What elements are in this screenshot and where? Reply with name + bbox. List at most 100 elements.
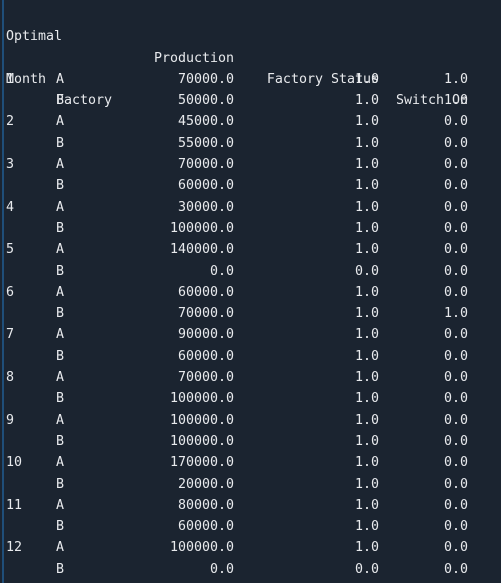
cell-factory-status: 1.0 xyxy=(354,284,379,300)
cell-month: 10 xyxy=(6,455,23,471)
cell-factory-status: 1.0 xyxy=(354,391,379,407)
cell-month: 8 xyxy=(6,370,15,386)
cell-factory-status: 1.0 xyxy=(354,242,379,258)
cell-factory-status: 1.0 xyxy=(354,497,379,513)
cell-factory: B xyxy=(56,519,65,535)
table-row: B 0.0 0.0 0.0 xyxy=(0,559,501,580)
table-row: B 60000.0 1.0 0.0 xyxy=(0,175,501,196)
cell-switch-on: 0.0 xyxy=(443,178,468,194)
cell-factory-status: 1.0 xyxy=(354,327,379,343)
cell-production: 80000.0 xyxy=(177,497,234,513)
cell-production: 50000.0 xyxy=(177,93,234,109)
cell-production: 70000.0 xyxy=(177,71,234,87)
cell-factory: B xyxy=(56,476,65,492)
cell-factory-status: 1.0 xyxy=(354,135,379,151)
table-row: 4 A 30000.0 1.0 0.0 xyxy=(0,197,501,218)
table-column-header-row: Production Factory Status Switch On xyxy=(0,26,501,109)
cell-factory: B xyxy=(56,220,65,236)
solver-status-line: Optimal xyxy=(0,5,501,44)
cell-factory-status: 1.0 xyxy=(354,476,379,492)
cell-factory-status: 1.0 xyxy=(354,519,379,535)
table-index-header-row: Month Factory xyxy=(0,48,501,108)
cell-switch-on: 0.0 xyxy=(443,433,468,449)
cell-switch-on: 1.0 xyxy=(443,93,468,109)
cell-factory: A xyxy=(56,157,65,173)
cell-month: 7 xyxy=(6,327,15,343)
cell-production: 100000.0 xyxy=(169,433,234,449)
cell-switch-on: 0.0 xyxy=(443,327,468,343)
terminal-output-pane[interactable]: Optimal Production Factory Status Switch… xyxy=(0,0,501,583)
table-row: 11 A 80000.0 1.0 0.0 xyxy=(0,495,501,516)
table-row: B 20000.0 1.0 0.0 xyxy=(0,474,501,495)
cell-factory: B xyxy=(56,306,65,322)
cell-production: 0.0 xyxy=(209,263,234,279)
cell-production: 20000.0 xyxy=(177,476,234,492)
cell-production: 170000.0 xyxy=(169,455,234,471)
table-row: 9 A 100000.0 1.0 0.0 xyxy=(0,410,501,431)
cell-factory: A xyxy=(56,497,65,513)
table-row: B 60000.0 1.0 0.0 xyxy=(0,516,501,537)
cell-switch-on: 0.0 xyxy=(443,157,468,173)
cell-production: 0.0 xyxy=(209,561,234,577)
cell-factory-status: 1.0 xyxy=(354,370,379,386)
cell-factory: A xyxy=(56,242,65,258)
table-row: B 70000.0 1.0 1.0 xyxy=(0,303,501,324)
cell-switch-on: 0.0 xyxy=(443,199,468,215)
cell-factory-status: 1.0 xyxy=(354,433,379,449)
cell-production: 100000.0 xyxy=(169,540,234,556)
cell-factory: A xyxy=(56,199,65,215)
cell-switch-on: 0.0 xyxy=(443,519,468,535)
cell-factory-status: 1.0 xyxy=(354,348,379,364)
cell-production: 30000.0 xyxy=(177,199,234,215)
cell-factory-status: 1.0 xyxy=(354,93,379,109)
table-row: 5 A 140000.0 1.0 0.0 xyxy=(0,239,501,260)
cell-production: 70000.0 xyxy=(177,157,234,173)
table-row: 2 A 45000.0 1.0 0.0 xyxy=(0,111,501,132)
cell-production: 55000.0 xyxy=(177,135,234,151)
cell-factory-status: 1.0 xyxy=(354,412,379,428)
cell-switch-on: 0.0 xyxy=(443,220,468,236)
cell-factory: B xyxy=(56,348,65,364)
cell-switch-on: 0.0 xyxy=(443,370,468,386)
table-row: 3 A 70000.0 1.0 0.0 xyxy=(0,154,501,175)
table-row: 12 A 100000.0 1.0 0.0 xyxy=(0,537,501,558)
table-row: B 0.0 0.0 0.0 xyxy=(0,261,501,282)
cell-factory: A xyxy=(56,412,65,428)
cell-production: 70000.0 xyxy=(177,306,234,322)
table-row: B 55000.0 1.0 0.0 xyxy=(0,133,501,154)
cell-month: 12 xyxy=(6,540,23,556)
cell-production: 140000.0 xyxy=(169,242,234,258)
cell-factory-status: 1.0 xyxy=(354,114,379,130)
cell-factory-status: 1.0 xyxy=(354,199,379,215)
cell-switch-on: 0.0 xyxy=(443,540,468,556)
cell-factory: B xyxy=(56,135,65,151)
cell-factory: A xyxy=(56,71,65,87)
table-row: 7 A 90000.0 1.0 0.0 xyxy=(0,324,501,345)
cell-factory: A xyxy=(56,540,65,556)
cell-month: 2 xyxy=(6,114,15,130)
cell-factory-status: 1.0 xyxy=(354,178,379,194)
cell-production: 100000.0 xyxy=(169,220,234,236)
cell-month: 5 xyxy=(6,242,15,258)
cell-factory-status: 1.0 xyxy=(354,540,379,556)
cell-switch-on: 0.0 xyxy=(443,242,468,258)
cell-production: 90000.0 xyxy=(177,327,234,343)
cell-production: 45000.0 xyxy=(177,114,234,130)
cell-factory: A xyxy=(56,455,65,471)
cell-factory: A xyxy=(56,114,65,130)
cell-production: 60000.0 xyxy=(177,178,234,194)
cell-factory: A xyxy=(56,284,65,300)
cell-factory-status: 1.0 xyxy=(354,71,379,87)
table-row: 8 A 70000.0 1.0 0.0 xyxy=(0,367,501,388)
cell-production: 70000.0 xyxy=(177,370,234,386)
cell-factory: B xyxy=(56,561,65,577)
cell-month: 11 xyxy=(6,497,23,513)
table-row: 1 A 70000.0 1.0 1.0 xyxy=(0,69,501,90)
cell-switch-on: 0.0 xyxy=(443,412,468,428)
cell-production: 100000.0 xyxy=(169,412,234,428)
cell-production: 60000.0 xyxy=(177,348,234,364)
cell-factory-status: 1.0 xyxy=(354,455,379,471)
cell-switch-on: 0.0 xyxy=(443,135,468,151)
cell-switch-on: 1.0 xyxy=(443,71,468,87)
cell-factory: A xyxy=(56,327,65,343)
